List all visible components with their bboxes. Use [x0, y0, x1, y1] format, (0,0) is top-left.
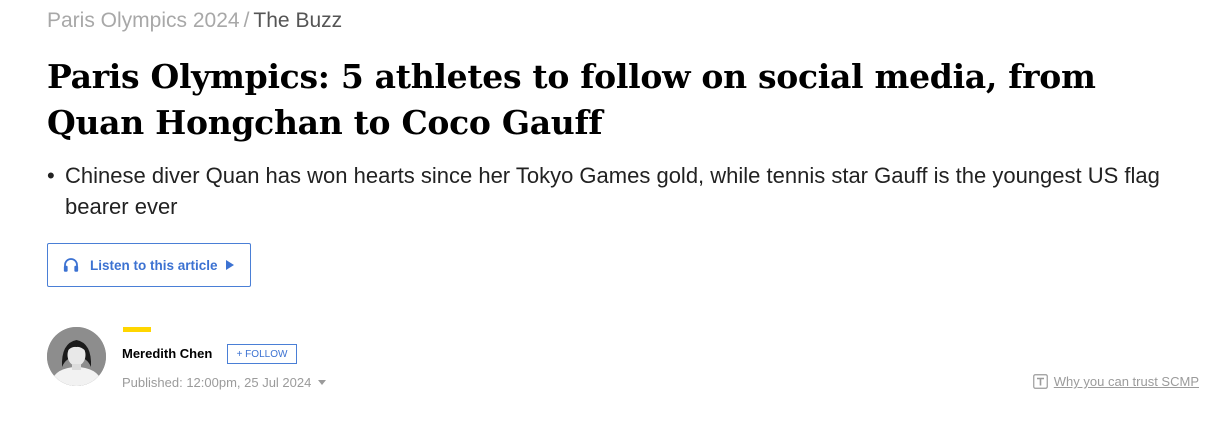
breadcrumb-separator: /	[243, 9, 250, 32]
breadcrumb-current-link[interactable]: The Buzz	[253, 9, 342, 32]
listen-to-article-button[interactable]: Listen to this article	[47, 243, 251, 287]
breadcrumb-section-link[interactable]: Paris Olympics 2024	[47, 9, 240, 32]
trust-link-text[interactable]: Why you can trust SCMP	[1054, 374, 1199, 389]
author-avatar[interactable]	[47, 327, 106, 386]
play-icon	[225, 260, 234, 270]
published-date[interactable]: Published: 12:00pm, 25 Jul 2024	[122, 375, 327, 390]
article-headline: Paris Olympics: 5 athletes to follow on …	[47, 57, 1096, 142]
breadcrumb: Paris Olympics 2024/The Buzz	[47, 8, 342, 34]
trust-scmp-link[interactable]: Why you can trust SCMP	[1032, 374, 1199, 389]
author-accent-bar	[123, 327, 151, 332]
summary-bullet: •	[47, 163, 55, 188]
article-header: Paris Olympics 2024/The Buzz Paris Olymp…	[0, 0, 1230, 421]
trust-badge-icon	[1032, 374, 1048, 389]
listen-label: Listen to this article	[90, 257, 218, 273]
summary-text: Chinese diver Quan has won hearts since …	[65, 163, 1160, 219]
chevron-down-icon[interactable]	[318, 380, 327, 385]
article-summary: • Chinese diver Quan has won hearts sinc…	[47, 160, 1207, 222]
follow-author-button[interactable]: + FOLLOW	[227, 344, 297, 364]
published-text: Published: 12:00pm, 25 Jul 2024	[122, 375, 312, 390]
author-name-link[interactable]: Meredith Chen	[122, 346, 212, 361]
headphones-icon	[62, 256, 80, 274]
